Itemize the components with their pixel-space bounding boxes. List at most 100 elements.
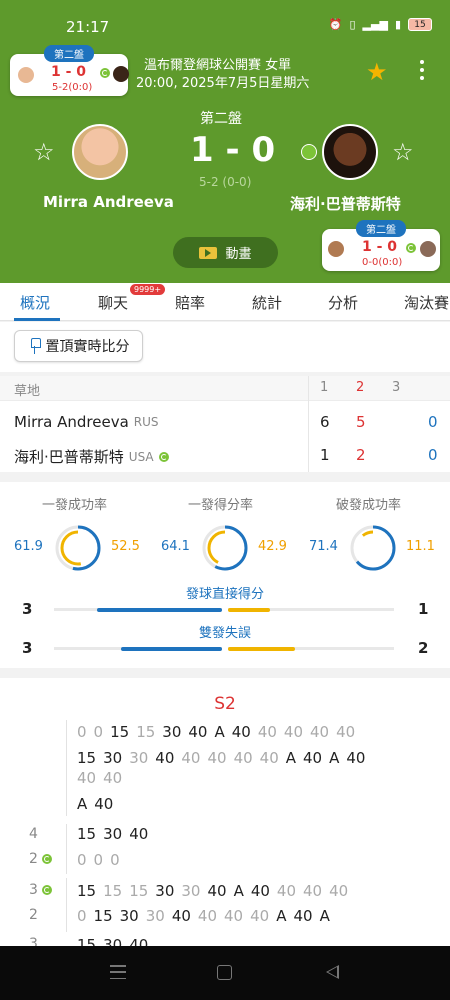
serve-indicator-icon (100, 68, 110, 78)
points-row: 15 15 15 30 30 40 A 40 40 40 40 (77, 882, 349, 900)
player1-country: RUS (133, 415, 159, 429)
player1-set2: 5 (356, 413, 366, 431)
player-mini-avatar (420, 241, 436, 257)
game-score: 5-2 (0-0) (199, 175, 252, 189)
player1-set3: 0 (428, 413, 438, 431)
player1-table-name: Mirra Andreeva (14, 413, 129, 431)
pin-live-score-button[interactable]: 置頂實時比分 (14, 330, 143, 362)
aces-right: 1 (418, 600, 429, 618)
mini-score-card-bottom[interactable]: 第二盤 1 - 0 0-0(0:0) (322, 220, 440, 271)
mini-card-score: 1 - 0 (362, 239, 398, 255)
points-row: 40 40 (77, 769, 123, 787)
player1-name[interactable]: Mirra Andreeva (43, 193, 174, 211)
table-row-player1: Mirra Andreeva RUS (14, 413, 159, 431)
game-score-left: 3 (29, 882, 52, 898)
game-score-value: 3 (29, 882, 38, 898)
tab-stats[interactable]: 統計 (252, 292, 282, 313)
tab-odds[interactable]: 賠率 (175, 292, 205, 313)
mini-card-sub: 5-2(0:0) (52, 82, 93, 93)
game-score-value: 2 (29, 851, 38, 867)
player2-set2: 2 (356, 446, 366, 464)
stat-left-value: 71.4 (309, 539, 338, 554)
break-point-donut (350, 525, 396, 571)
pin-icon (28, 338, 42, 354)
match-score: 1 - 0 (190, 130, 276, 170)
aces-left-bar (97, 608, 222, 612)
points-row: 0 0 15 15 30 40 A 40 40 40 40 40 (77, 723, 356, 741)
tab-analysis[interactable]: 分析 (328, 292, 358, 313)
status-icons: ⏰ ▯ ▂▄▆ ▮ 15 (329, 18, 432, 31)
follow-player1-star-icon[interactable]: ☆ (33, 138, 55, 166)
alarm-off-icon: ⏰ (328, 18, 343, 31)
point-by-point-panel: S2 0 0 15 15 30 40 A 40 40 40 40 40 15 30 30 40 40 40 40 4… (0, 678, 450, 946)
stat-title: 一發得分率 (188, 498, 254, 513)
stats-panel: 一發成功率 61.9 52.5 一發得分率 64.1 42.9 破發成功率 71… (0, 482, 450, 668)
double-faults-left-bar (121, 647, 222, 651)
points-row: 0 15 30 30 40 40 40 40 A 40 A (77, 907, 330, 925)
stat-left-value: 61.9 (14, 539, 43, 554)
follow-player2-star-icon[interactable]: ☆ (392, 138, 414, 166)
player1-set1: 6 (320, 413, 330, 431)
favorite-match-star-icon[interactable]: ★ (366, 58, 388, 86)
set-column-1: 1 (320, 380, 329, 395)
tab-knockout[interactable]: 淘汰賽 (404, 292, 449, 313)
double-faults-left: 3 (22, 639, 33, 657)
pin-label: 置頂實時比分 (45, 339, 130, 355)
aces-right-bar (228, 608, 270, 612)
animation-button[interactable]: 動畫 (173, 237, 278, 268)
points-row: 15 30 30 40 40 40 40 40 A 40 A 40 (77, 749, 366, 767)
donut-yellow-arc (355, 530, 391, 566)
tab-overview[interactable]: 概況 (20, 292, 50, 313)
game-score-left: 3 (29, 936, 38, 946)
player2-avatar[interactable] (322, 124, 378, 180)
current-set-label: 第二盤 (200, 111, 242, 127)
tournament-title: 溫布爾登網球公開賽 女單 (144, 58, 292, 73)
player-mini-avatar (328, 241, 344, 257)
stat-right-value: 42.9 (258, 539, 287, 554)
player2-name[interactable]: 海利·巴普蒂斯特 (290, 193, 401, 214)
serve-indicator-icon (41, 854, 52, 864)
serve-indicator-icon (158, 451, 169, 462)
aces-title: 發球直接得分 (185, 587, 264, 602)
set-heading: S2 (214, 694, 236, 714)
player1-avatar[interactable] (72, 124, 128, 180)
game-score-right: 2 (29, 851, 52, 867)
points-row: A 40 (77, 795, 114, 813)
table-row-player2: 海利·巴普蒂斯特 USA (14, 446, 169, 467)
point-sequence: 0 0 15 15 30 40 A 40 40 40 40 40 15 30 30 40 40 40 40 40 A 4… (77, 722, 437, 814)
stat-right-value: 11.1 (406, 539, 435, 554)
tab-chat[interactable]: 聊天 (98, 292, 128, 313)
animation-label: 動畫 (225, 247, 252, 262)
game-divider (66, 824, 67, 874)
status-bar: 21:17 ⏰ ▯ ▂▄▆ ▮ 15 (0, 0, 450, 48)
game-divider (66, 720, 67, 816)
home-icon[interactable] (217, 965, 232, 980)
serve-indicator-icon (406, 243, 416, 253)
mini-card-set-tag: 第二盤 (356, 220, 406, 237)
player2-set3: 0 (428, 446, 438, 464)
tab-bar: 概況 聊天 賠率 統計 分析 淘汰賽 (0, 283, 450, 321)
double-faults-right: 2 (418, 639, 429, 657)
mini-card-score: 1 - 0 (51, 64, 87, 80)
system-nav-bar (0, 946, 450, 1000)
mini-card-set-tag: 第二盤 (44, 45, 94, 62)
first-serve-points-donut (202, 525, 248, 571)
chat-badge: 9999+ (130, 284, 166, 295)
player2-set1: 1 (320, 446, 330, 464)
set-column-3: 3 (392, 380, 401, 395)
score-table-header: 草地 1 2 3 (0, 376, 450, 401)
recent-apps-icon[interactable] (110, 965, 126, 979)
set-column-2: 2 (356, 380, 365, 395)
more-menu-icon[interactable] (418, 60, 426, 80)
mini-score-card-top[interactable]: 第二盤 1 - 0 5-2(0:0) (10, 45, 129, 96)
double-faults-right-bar (228, 647, 295, 651)
active-tab-indicator (14, 318, 60, 321)
first-serve-donut (55, 525, 101, 571)
play-animation-icon (199, 246, 218, 259)
player2-country: USA (128, 449, 154, 464)
back-icon[interactable] (326, 965, 339, 979)
points-row: 000 (77, 851, 120, 869)
stat-right-value: 52.5 (111, 539, 140, 554)
match-datetime: 20:00, 2025年7月5日星期六 (136, 76, 310, 91)
points-row: 15 30 40 (77, 825, 149, 843)
